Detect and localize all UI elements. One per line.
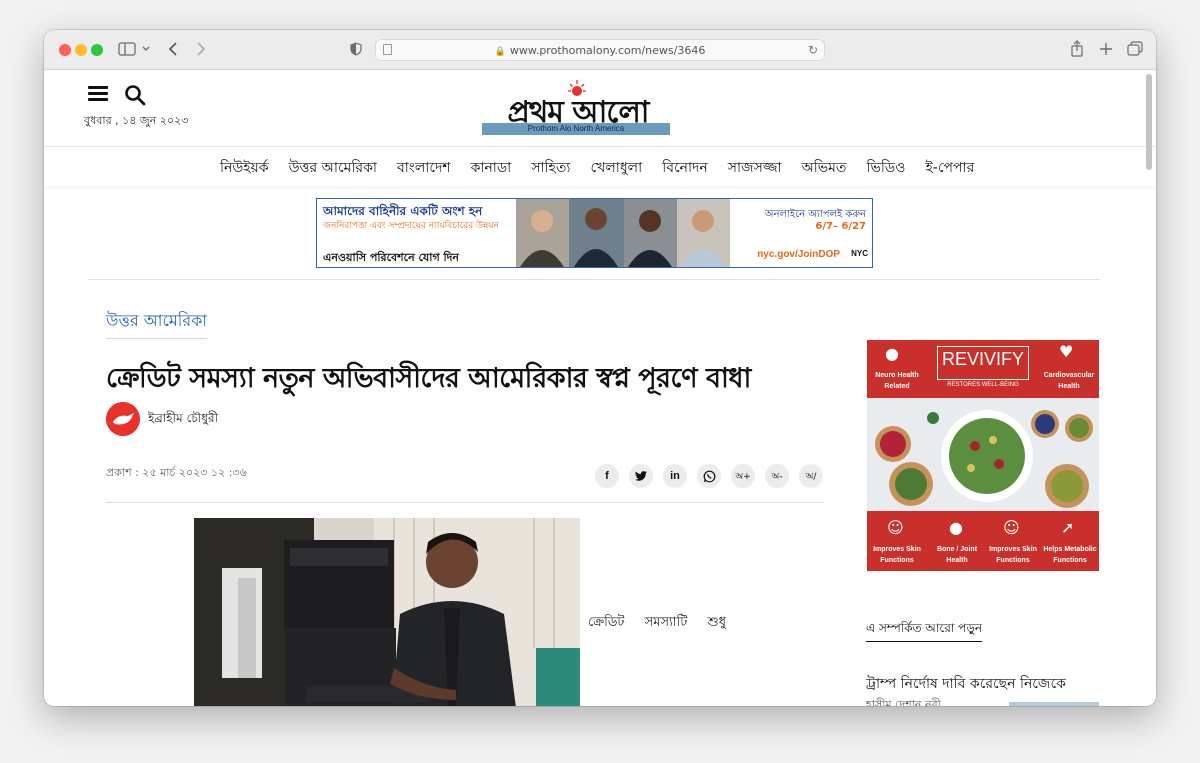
side-ad-revivify[interactable]: REVIVIFY RESTORES WELL-BEING ● Neuro Hea… — [867, 340, 1099, 571]
brain-icon: ● — [885, 344, 899, 363]
ad-agency-logo: NYC — [851, 249, 868, 258]
forward-icon[interactable] — [196, 42, 206, 56]
side-ad-brand: REVIVIFY — [937, 346, 1029, 380]
side-ad-food-image — [867, 398, 1099, 511]
current-date: বুধবার , ১৪ জুন ২০২৩ — [84, 114, 189, 127]
sidebar-toggle-icon[interactable] — [118, 42, 136, 56]
whatsapp-share-button[interactable] — [697, 464, 721, 488]
url-text: www.prothomalony.com/news/3646 — [509, 44, 706, 57]
top-banner-ad[interactable]: আমাদের বাহিনীর একটি অংশ হন জননিরাপত্তা এ… — [316, 198, 873, 268]
browser-toolbar: 🔒 www.prothomalony.com/news/3646 ↻ — [44, 30, 1156, 70]
minimize-window-button[interactable] — [75, 44, 87, 56]
drop-icon: ● — [949, 518, 963, 537]
nav-item-entertainment[interactable]: বিনোদন — [662, 156, 708, 180]
related-article-thumbnail[interactable] — [1009, 702, 1099, 706]
related-section-title: এ সম্পর্কিত আরো পড়ুন — [866, 620, 983, 642]
side-ad-label-2: Cardiovascular Health — [1043, 372, 1095, 390]
site-header: বুধবার , ১৪ জুন ২০২৩ প্রথম আলো Prothom A… — [44, 70, 1156, 147]
share-toolbar: f in অ+ অ- অ/ — [595, 464, 823, 488]
zoom-window-button[interactable] — [91, 44, 103, 56]
side-ad-label-5: Improves Skin Functions — [989, 546, 1037, 564]
site-logo[interactable]: প্রথম আলো Prothom Alo North America — [480, 78, 676, 138]
new-tab-icon[interactable] — [1099, 42, 1113, 56]
article-headline: ক্রেডিট সমস্যা নতুন অভিবাসীদের আমেরিকার … — [106, 363, 751, 394]
ad-subline: জননিরাপত্তা এবং সম্প্রদায়ের ন্যায়বিচার… — [323, 221, 499, 231]
privacy-shield-icon[interactable] — [350, 42, 362, 56]
article-photo[interactable] — [194, 518, 580, 706]
nav-item-north-america[interactable]: উত্তর আমেরিকা — [289, 156, 377, 180]
article-body-text: ক্রেডিট সমস্যাটি শুধু — [588, 615, 726, 630]
author-avatar[interactable] — [106, 402, 140, 436]
smile-icon: ☺ — [1003, 518, 1020, 537]
side-ad-label-4: Bone / Joint Health — [936, 546, 978, 564]
tab-overview-icon[interactable] — [1127, 41, 1143, 57]
nav-item-canada[interactable]: কানাডা — [471, 156, 512, 180]
page-scrollbar[interactable] — [1146, 74, 1152, 170]
main-navigation: নিউইয়র্ক উত্তর আমেরিকা বাংলাদেশ কানাডা … — [44, 148, 1156, 186]
side-ad-label-6: Helps Metabolic Functions — [1043, 546, 1097, 564]
ad-people-image — [516, 199, 730, 267]
reload-icon[interactable]: ↻ — [808, 43, 818, 57]
lock-icon: 🔒 — [494, 47, 506, 57]
article-section-link[interactable]: উত্তর আমেরিকা — [106, 308, 207, 339]
author-name[interactable]: ইব্রাহীম চৌধুরী — [148, 410, 218, 430]
ad-headline: আমাদের বাহিনীর একটি অংশ হন — [323, 204, 483, 218]
side-ad-label-3: Improves Skin Functions — [873, 546, 921, 564]
back-icon[interactable] — [168, 42, 178, 56]
ad-dates: 6/7– 6/27 — [815, 221, 866, 232]
related-article-link[interactable]: ট্রাম্প নির্দোষ দাবি করেছেন নিজেকে — [866, 672, 1066, 696]
nav-item-newyork[interactable]: নিউইয়র্ক — [220, 156, 269, 180]
side-ad-tagline: RESTORES WELL-BEING — [947, 382, 1019, 388]
ad-link[interactable]: nyc.gov/JoinDOP — [757, 249, 840, 260]
article-divider — [106, 502, 824, 503]
logo-band: Prothom Alo North America — [482, 123, 670, 135]
twitter-share-button[interactable] — [629, 464, 653, 488]
nav-item-epaper[interactable]: ই-পেপার — [926, 156, 975, 180]
font-increase-button[interactable]: অ+ — [731, 464, 755, 488]
browser-window: 🔒 www.prothomalony.com/news/3646 ↻ বুধবার… — [44, 30, 1156, 706]
published-date: প্রকাশ : ২৫ মার্চ ২০২৩ ১২ :৩৬ — [106, 466, 247, 479]
nav-item-video[interactable]: ভিডিও — [866, 156, 905, 180]
nav-item-fashion[interactable]: সাজসজ্জা — [728, 156, 782, 180]
linkedin-share-button[interactable]: in — [663, 464, 687, 488]
facebook-share-button[interactable]: f — [595, 464, 619, 488]
share-icon[interactable] — [1070, 40, 1084, 58]
nav-item-literature[interactable]: সাহিত্য — [531, 156, 570, 180]
close-window-button[interactable] — [59, 44, 71, 56]
heart-icon: ♥ — [1059, 342, 1074, 361]
nav-item-sports[interactable]: খেলাধুলা — [590, 156, 642, 180]
font-decrease-button[interactable]: অ- — [765, 464, 789, 488]
nav-item-bangladesh[interactable]: বাংলাদেশ — [397, 156, 451, 180]
address-bar[interactable]: 🔒 www.prothomalony.com/news/3646 ↻ — [375, 39, 825, 61]
smile-icon: ☺ — [887, 518, 904, 537]
twitter-icon — [635, 471, 647, 481]
whatsapp-icon — [703, 470, 715, 482]
chevron-down-icon[interactable] — [142, 46, 150, 52]
ad-cta: এনওয়াসি পরিবেশনে যোগ দিন — [323, 251, 459, 264]
side-ad-label-1: Neuro Health Related — [875, 372, 919, 390]
runner-icon: ➚ — [1061, 518, 1075, 537]
related-article-sub: হাসীম দেশান নবী — [866, 698, 941, 706]
nav-item-opinion[interactable]: অভিমত — [802, 156, 847, 180]
search-icon[interactable] — [124, 84, 146, 106]
hamburger-menu-icon[interactable] — [88, 86, 108, 102]
font-reset-button[interactable]: অ/ — [799, 464, 823, 488]
header-divider — [88, 279, 1100, 280]
